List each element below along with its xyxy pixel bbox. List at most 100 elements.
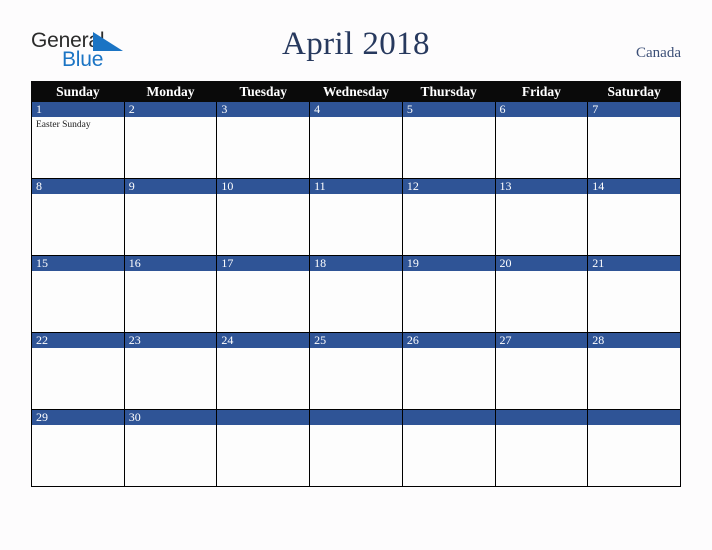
day-events: [588, 271, 680, 273]
day-events: [310, 425, 402, 427]
day-number: 9: [124, 179, 217, 194]
calendar-week-row: 1 Easter Sunday 2 3 4 5 6 7: [31, 101, 681, 179]
day-number: 4: [310, 102, 402, 117]
calendar-day-cell[interactable]: 23: [123, 332, 218, 410]
calendar-week-row: 15 16 17 18 19 20 21: [31, 255, 681, 333]
calendar-day-cell[interactable]: 3: [216, 101, 311, 179]
day-events: [310, 117, 402, 119]
day-events: [588, 348, 680, 350]
day-number: 18: [310, 256, 402, 271]
day-number: [310, 410, 402, 425]
day-events: [403, 117, 495, 119]
calendar-day-cell[interactable]: [309, 409, 403, 487]
day-events: Easter Sunday: [32, 117, 124, 131]
day-events: [496, 117, 588, 119]
day-events: [588, 117, 680, 119]
day-number: 21: [588, 256, 680, 271]
calendar-week-row: 8 9 10 11 12 13 14: [31, 178, 681, 256]
day-number: 16: [124, 256, 217, 271]
day-events: [32, 425, 124, 427]
calendar-day-cell[interactable]: 1 Easter Sunday: [31, 101, 125, 179]
day-events: [217, 271, 309, 273]
calendar-day-cell[interactable]: 11: [309, 178, 403, 256]
weekday-header-wednesday: Wednesday: [309, 81, 403, 102]
calendar-day-cell[interactable]: 30: [123, 409, 218, 487]
day-number: [217, 410, 310, 425]
calendar-day-cell[interactable]: [587, 409, 681, 487]
calendar-day-cell[interactable]: 13: [494, 178, 589, 256]
weekday-header-monday: Monday: [123, 81, 218, 102]
day-number: 20: [495, 256, 588, 271]
day-events: [125, 117, 217, 119]
calendar-day-cell[interactable]: 21: [587, 255, 681, 333]
day-number: 3: [217, 102, 310, 117]
day-events: [403, 194, 495, 196]
calendar-day-cell[interactable]: 27: [494, 332, 589, 410]
day-events: [496, 348, 588, 350]
calendar-day-cell[interactable]: 19: [401, 255, 496, 333]
calendar-day-cell[interactable]: 8: [31, 178, 125, 256]
day-number: [495, 410, 588, 425]
day-events: [32, 194, 124, 196]
day-events: [310, 271, 402, 273]
day-events: [496, 425, 588, 427]
page-title: April 2018: [282, 26, 430, 62]
calendar-day-cell[interactable]: 14: [587, 178, 681, 256]
day-number: 7: [588, 102, 680, 117]
day-number: 28: [588, 333, 680, 348]
day-events: [403, 348, 495, 350]
calendar-day-cell[interactable]: 2: [123, 101, 218, 179]
day-number: 14: [588, 179, 680, 194]
day-number: [588, 410, 680, 425]
calendar-day-cell[interactable]: 12: [401, 178, 496, 256]
day-number: 30: [124, 410, 217, 425]
weekday-header-row: Sunday Monday Tuesday Wednesday Thursday…: [31, 81, 681, 102]
calendar-day-cell[interactable]: 17: [216, 255, 311, 333]
day-number: 13: [495, 179, 588, 194]
calendar-day-cell[interactable]: 6: [494, 101, 589, 179]
calendar-day-cell[interactable]: 15: [31, 255, 125, 333]
day-events: [588, 425, 680, 427]
day-events: [125, 194, 217, 196]
calendar-day-cell[interactable]: 28: [587, 332, 681, 410]
calendar-day-cell[interactable]: [216, 409, 311, 487]
day-events: [217, 117, 309, 119]
calendar-day-cell[interactable]: 9: [123, 178, 218, 256]
weekday-header-friday: Friday: [494, 81, 589, 102]
calendar-day-cell[interactable]: 5: [401, 101, 496, 179]
day-events: [310, 348, 402, 350]
calendar-day-cell[interactable]: 18: [309, 255, 403, 333]
day-number: 25: [310, 333, 402, 348]
day-events: [403, 271, 495, 273]
calendar-day-cell[interactable]: 24: [216, 332, 311, 410]
day-events: [217, 348, 309, 350]
day-number: 24: [217, 333, 310, 348]
calendar-grid: Sunday Monday Tuesday Wednesday Thursday…: [31, 81, 681, 487]
day-number: 5: [402, 102, 495, 117]
calendar-day-cell[interactable]: 26: [401, 332, 496, 410]
calendar-day-cell[interactable]: [401, 409, 496, 487]
calendar-day-cell[interactable]: 29: [31, 409, 125, 487]
calendar-day-cell[interactable]: 25: [309, 332, 403, 410]
calendar-day-cell[interactable]: 20: [494, 255, 589, 333]
calendar-day-cell[interactable]: 10: [216, 178, 311, 256]
day-events: [32, 271, 124, 273]
calendar-body: 1 Easter Sunday 2 3 4 5 6 7 8 9 10 11 12 13 14 15 16 17 18…: [31, 101, 681, 487]
calendar-day-cell[interactable]: 22: [31, 332, 125, 410]
calendar-day-cell[interactable]: 7: [587, 101, 681, 179]
day-number: 11: [310, 179, 402, 194]
weekday-header-saturday: Saturday: [587, 81, 681, 102]
day-number: 19: [402, 256, 495, 271]
country-label: Canada: [636, 45, 681, 61]
day-number: 1: [32, 102, 124, 117]
day-events: [125, 348, 217, 350]
day-events: [403, 425, 495, 427]
calendar-day-cell[interactable]: [494, 409, 589, 487]
day-events: [496, 194, 588, 196]
calendar-week-row: 29 30: [31, 409, 681, 487]
calendar-day-cell[interactable]: 16: [123, 255, 218, 333]
weekday-header-thursday: Thursday: [401, 81, 496, 102]
calendar-page: General Blue April 2018 Canada Sunday Mo…: [0, 0, 712, 550]
calendar-day-cell[interactable]: 4: [309, 101, 403, 179]
day-events: [125, 425, 217, 427]
